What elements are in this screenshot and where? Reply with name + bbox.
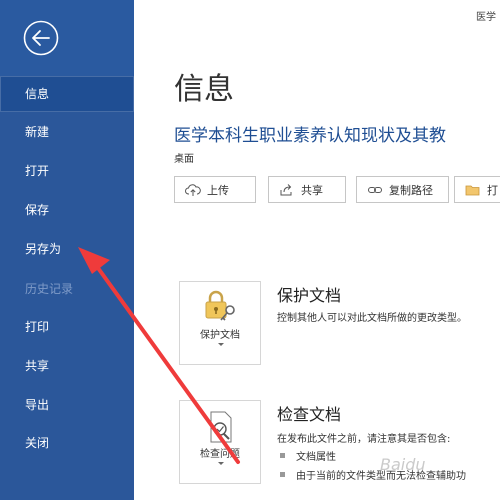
upload-label: 上传	[207, 183, 229, 197]
bullet-text: 文档属性	[296, 452, 336, 463]
sidebar-item-label: 导出	[25, 398, 50, 412]
inspect-card-label: 检查问题	[200, 449, 240, 460]
sidebar-item-label: 保存	[25, 203, 50, 217]
sidebar-item-new[interactable]: 新建	[0, 114, 134, 150]
chevron-down-icon	[218, 462, 224, 465]
sidebar-item-label: 打开	[25, 164, 50, 178]
sidebar-item-label: 新建	[25, 125, 50, 139]
inspect-description: 在发布此文件之前，请注意其是否包含:	[277, 434, 451, 445]
sidebar-item-info[interactable]: 信息	[0, 76, 134, 112]
backstage-main: 医学 信息 医学本科生职业素养认知现状及其教 桌面 上传 共享 复制路径 打 保…	[134, 0, 500, 500]
share-icon	[280, 183, 292, 195]
folder-icon	[465, 185, 480, 195]
sidebar-item-label: 历史记录	[25, 282, 74, 296]
lock-key-icon	[205, 290, 235, 321]
protect-title: 保护文档	[277, 286, 342, 305]
sidebar-item-history: 历史记录	[0, 271, 134, 307]
chevron-down-icon	[218, 343, 224, 346]
copy-path-label: 复制路径	[389, 183, 433, 197]
open-location-button[interactable]: 打	[454, 176, 500, 203]
sidebar-item-save-as[interactable]: 另存为	[0, 231, 134, 267]
inspect-title: 检查文档	[277, 405, 342, 424]
protect-card-label: 保护文档	[200, 330, 240, 341]
window-title-fragment: 医学	[476, 12, 496, 23]
sidebar-item-label: 另存为	[25, 242, 62, 256]
backstage-sidebar: 信息 新建 打开 保存 另存为 历史记录 打印 共享 导出 关闭	[0, 0, 134, 500]
inspect-bullet-accessibility: 由于当前的文件类型而无法检查辅助功	[280, 467, 466, 482]
back-arrow-icon	[23, 20, 59, 56]
back-button[interactable]	[0, 0, 134, 76]
sidebar-item-label: 信息	[25, 87, 50, 101]
link-icon	[368, 186, 382, 193]
document-title: 医学本科生职业素养认知现状及其教	[174, 126, 446, 146]
word-backstage-info-page: 信息 新建 打开 保存 另存为 历史记录 打印 共享 导出 关闭 医学 信息 医…	[0, 0, 500, 500]
upload-icon	[185, 183, 201, 196]
inspect-bullet-properties: 文档属性	[280, 448, 336, 463]
sidebar-item-print[interactable]: 打印	[0, 309, 134, 345]
protect-description: 控制其他人可以对此文档所做的更改类型。	[277, 313, 467, 324]
watermark-logo: Baidu	[380, 455, 426, 474]
share-button[interactable]: 共享	[268, 176, 346, 203]
protect-document-button[interactable]: 保护文档	[179, 281, 261, 365]
sidebar-item-save[interactable]: 保存	[0, 192, 134, 228]
sidebar-item-label: 共享	[25, 359, 50, 373]
document-location: 桌面	[174, 154, 194, 165]
upload-button[interactable]: 上传	[174, 176, 256, 203]
sidebar-item-open[interactable]: 打开	[0, 153, 134, 189]
sidebar-item-close[interactable]: 关闭	[0, 425, 134, 461]
inspect-document-icon	[210, 411, 232, 443]
page-title: 信息	[174, 72, 234, 107]
open-location-label: 打	[487, 183, 498, 197]
sidebar-item-label: 关闭	[25, 436, 50, 450]
sidebar-item-share[interactable]: 共享	[0, 348, 134, 384]
copy-path-button[interactable]: 复制路径	[356, 176, 449, 203]
sidebar-item-label: 打印	[25, 320, 50, 334]
inspect-document-button[interactable]: 检查问题	[179, 400, 261, 484]
sidebar-item-export[interactable]: 导出	[0, 387, 134, 423]
share-label: 共享	[301, 183, 323, 197]
